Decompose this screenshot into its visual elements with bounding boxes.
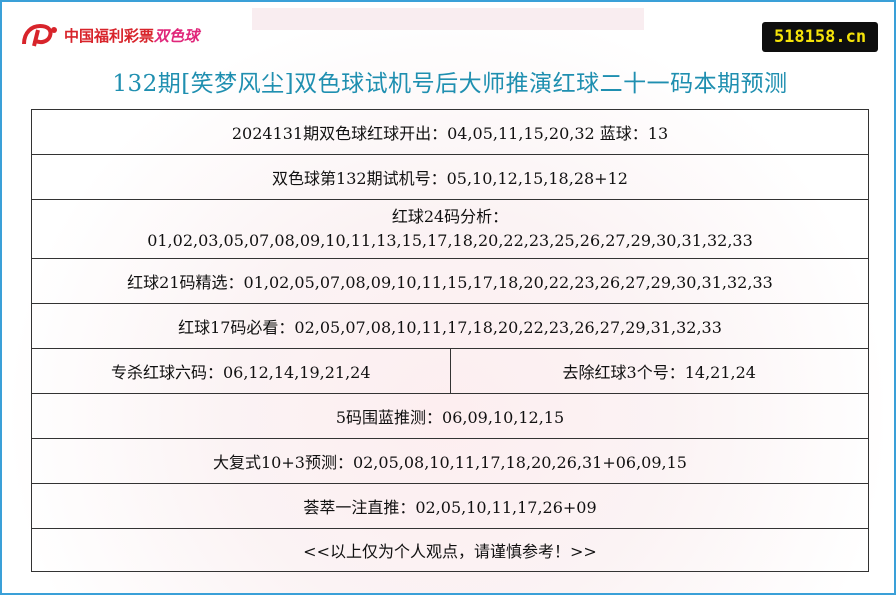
remove-three-cell: 去除红球3个号：14,21,24: [449, 349, 869, 393]
red21-text: 红球21码精选：01,02,05,07,08,09,10,11,15,17,18…: [127, 273, 773, 292]
logo-org-text: 中国福利彩票: [64, 26, 155, 45]
test-number-text: 双色球第132期试机号：05,10,12,15,18,28+12: [272, 169, 628, 188]
red24-values: 01,02,03,05,07,08,09,10,11,13,15,17,18,2…: [147, 231, 753, 250]
lottery-logo: 中国福利彩票双色球: [20, 22, 199, 48]
row-red24: 红球24码分析： 01,02,03,05,07,08,09,10,11,13,1…: [32, 200, 868, 259]
row-single-pick: 荟萃一注直推：02,05,10,11,17,26+09: [32, 484, 868, 529]
blue5-text: 5码围蓝推测：06,09,10,12,15: [335, 408, 565, 427]
disclaimer-text: <<以上仅为个人观点，请谨慎参考！>>: [303, 542, 597, 561]
red24-label: 红球24码分析：: [391, 207, 509, 226]
kill-six-cell: 专杀红球六码：06,12,14,19,21,24: [32, 349, 450, 393]
row-test-number: 双色球第132期试机号：05,10,12,15,18,28+12: [32, 155, 868, 200]
row-prev-draw: 2024131期双色球红球开出：04,05,11,15,20,32 蓝球：13: [32, 110, 868, 155]
logo-game-text: 双色球: [154, 26, 200, 45]
page-title: 132期[笑梦风尘]双色球试机号后大师推演红球二十一码本期预测: [112, 71, 788, 97]
big-combo-text: 大复式10+3预测：02,05,08,10,11,17,18,20,26,31+…: [213, 453, 687, 472]
site-badge[interactable]: 518158.cn: [762, 22, 878, 52]
red17-text: 红球17码必看：02,05,07,08,10,11,17,18,20,22,23…: [178, 318, 722, 337]
kill-six-text: 专杀红球六码：06,12,14,19,21,24: [110, 363, 371, 382]
single-pick-text: 荟萃一注直推：02,05,10,11,17,26+09: [303, 498, 597, 517]
remove-three-text: 去除红球3个号：14,21,24: [562, 363, 756, 382]
row-disclaimer: <<以上仅为个人观点，请谨慎参考！>>: [32, 529, 868, 571]
row-kill-remove: 专杀红球六码：06,12,14,19,21,24 去除红球3个号：14,21,2…: [32, 349, 868, 394]
prev-draw-text: 2024131期双色球红球开出：04,05,11,15,20,32 蓝球：13: [231, 124, 669, 143]
background-strip: [252, 8, 644, 30]
row-big-combo: 大复式10+3预测：02,05,08,10,11,17,18,20,26,31+…: [32, 439, 868, 484]
row-red21: 红球21码精选：01,02,05,07,08,09,10,11,15,17,18…: [32, 259, 868, 304]
welfare-lottery-logo-icon: [22, 23, 57, 47]
logo-text: 中国福利彩票双色球: [64, 25, 199, 46]
prediction-table: 2024131期双色球红球开出：04,05,11,15,20,32 蓝球：13 …: [31, 109, 869, 572]
row-blue5: 5码围蓝推测：06,09,10,12,15: [32, 394, 868, 439]
row-red17: 红球17码必看：02,05,07,08,10,11,17,18,20,22,23…: [32, 304, 868, 349]
